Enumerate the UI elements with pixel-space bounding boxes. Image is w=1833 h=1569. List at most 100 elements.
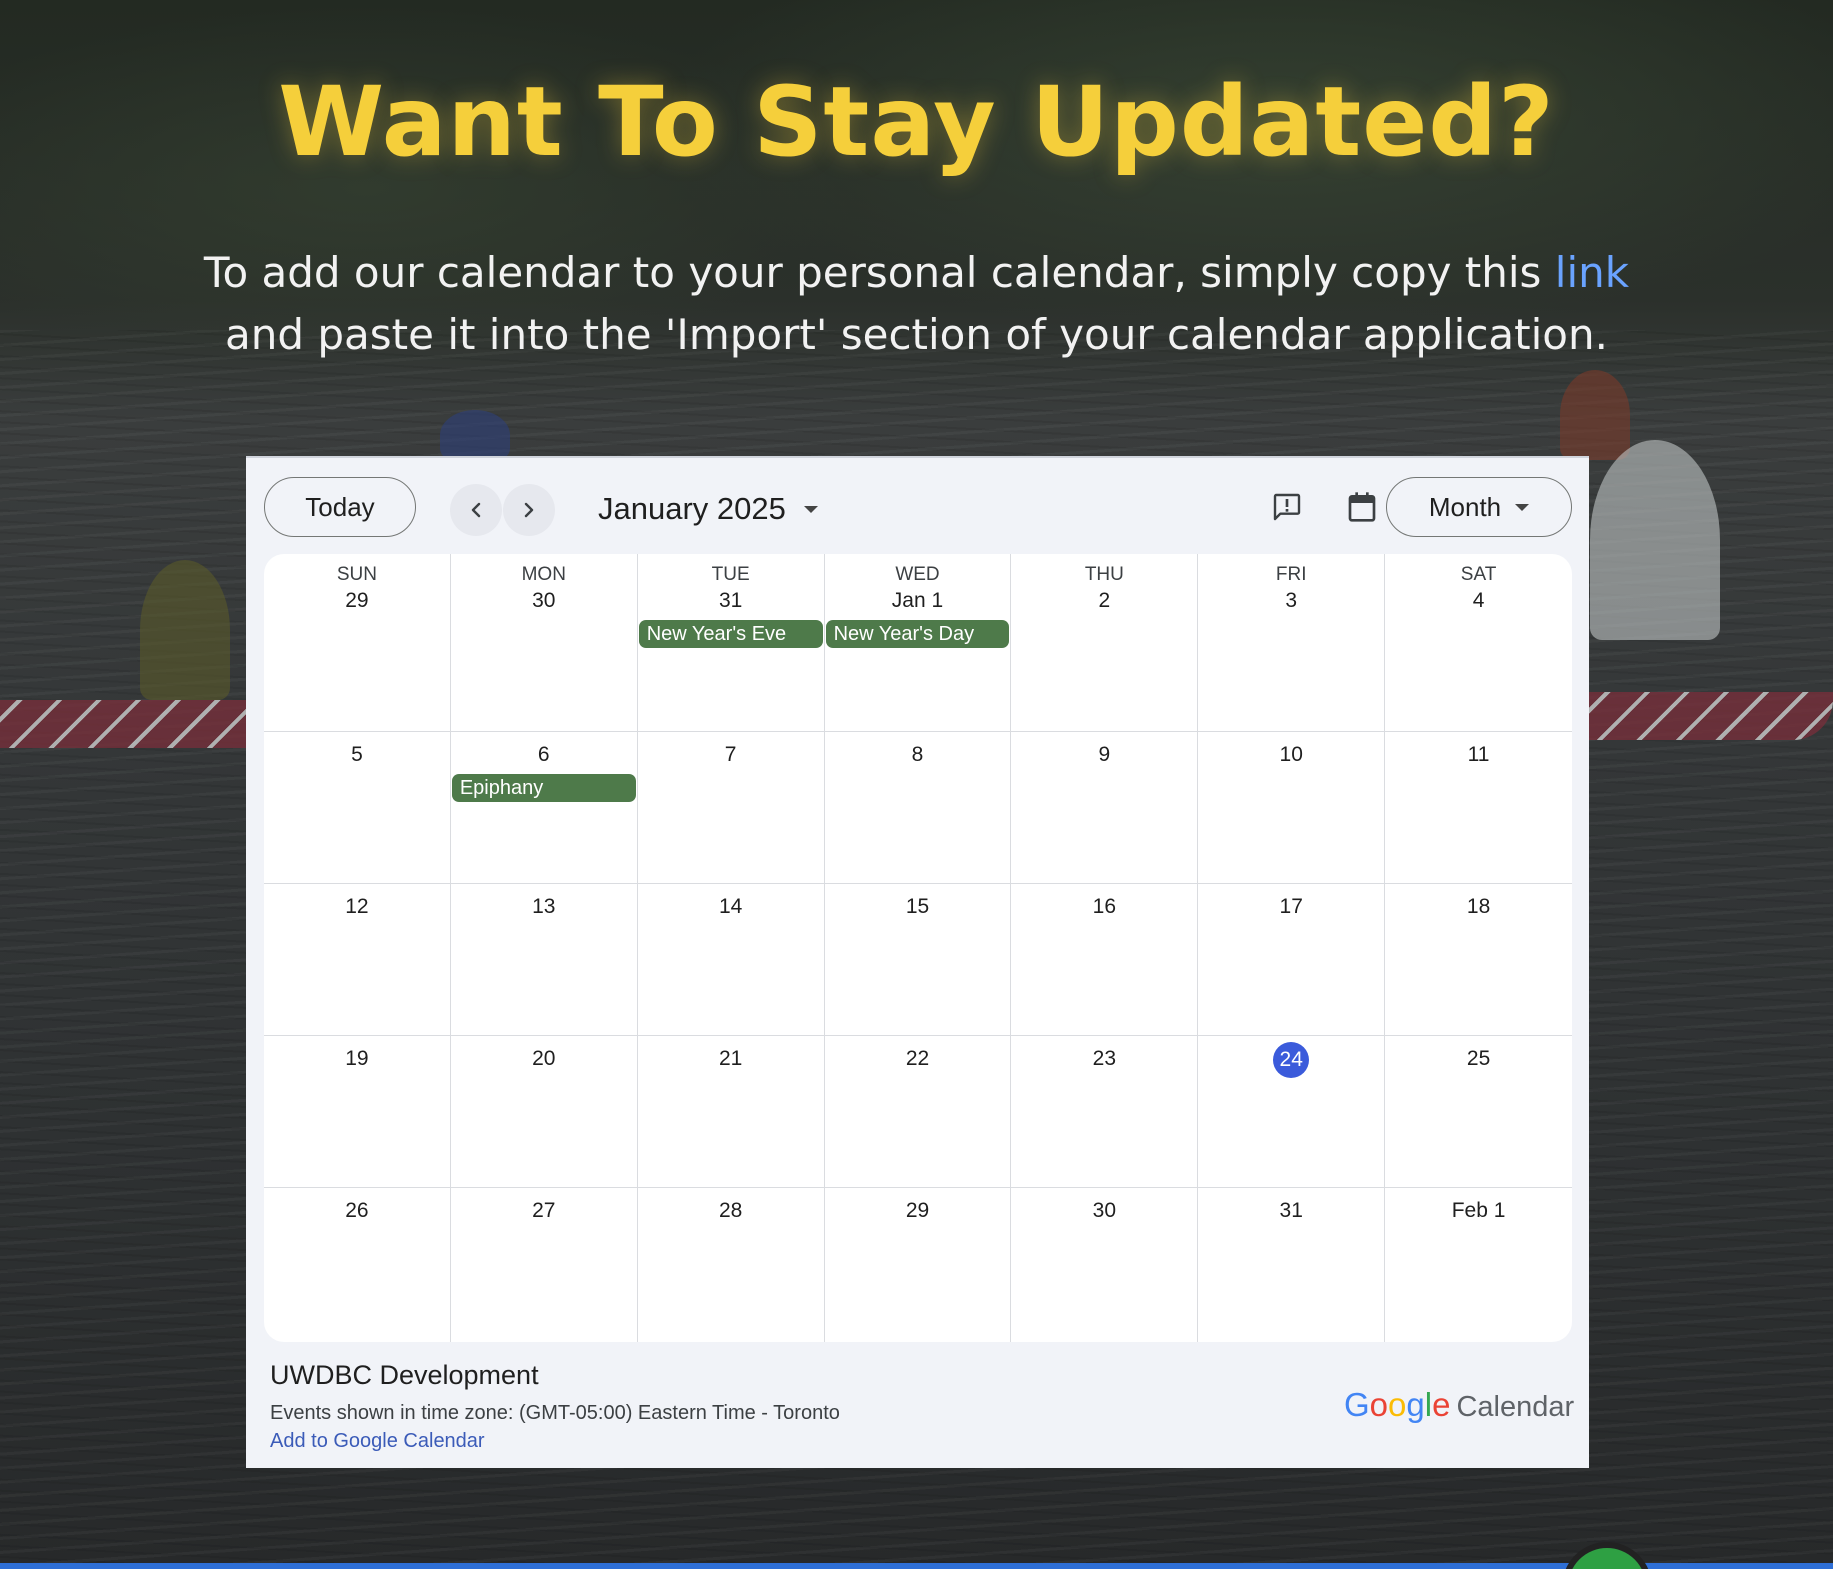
calendar-widget: Today January 2025 Month SUN 29 MON 30 TUE 31… [246,456,1589,1468]
date-number[interactable]: 14 [719,894,742,920]
today-button[interactable]: Today [264,477,416,537]
day-cell[interactable]: 30 [1011,1188,1199,1342]
date-number[interactable]: 30 [532,588,555,614]
date-number[interactable]: 26 [345,1198,368,1224]
date-number[interactable]: 3 [1285,588,1297,614]
weekday-header: MON [521,564,566,585]
subtitle-text-after: and paste it into the 'Import' section o… [225,310,1608,359]
day-cell[interactable]: 22 [824,1036,1012,1188]
event-chip[interactable]: New Year's Eve [638,620,823,648]
date-number[interactable]: 18 [1467,894,1490,920]
day-cell[interactable]: 14 [637,884,825,1036]
day-cell[interactable]: SAT 4 [1385,554,1572,732]
date-number[interactable]: 13 [532,894,555,920]
date-number[interactable]: 19 [345,1046,368,1072]
day-cell[interactable]: 9 [1011,732,1199,884]
event-list: Epiphany [451,774,637,802]
day-cell[interactable]: TUE 31 New Year's Eve [637,554,825,732]
day-cell[interactable]: 16 [1011,884,1199,1036]
day-cell[interactable]: WED Jan 1 New Year's Day [824,554,1012,732]
day-cell[interactable]: 8 [824,732,1012,884]
date-number[interactable]: 5 [351,742,363,768]
page-title: Want To Stay Updated? [278,66,1555,178]
date-number[interactable]: 17 [1280,894,1303,920]
date-number[interactable]: 10 [1280,742,1303,768]
day-cell[interactable]: 29 [825,1188,1012,1342]
day-cell[interactable]: 25 [1385,1036,1572,1188]
date-number[interactable]: 23 [1093,1046,1116,1072]
day-cell[interactable]: FRI 3 [1198,554,1386,732]
date-number[interactable]: 11 [1468,742,1490,768]
date-number[interactable]: Feb 1 [1452,1198,1506,1224]
day-cell[interactable]: 12 [264,884,451,1036]
day-cell[interactable]: 13 [450,884,638,1036]
date-number[interactable]: 2 [1099,588,1111,614]
date-number[interactable]: 4 [1473,588,1485,614]
date-number[interactable]: 29 [906,1198,929,1224]
day-cell[interactable]: MON 30 [450,554,638,732]
prev-month-button[interactable] [450,484,502,536]
date-number[interactable]: 15 [906,894,929,920]
event-chip[interactable]: New Year's Day [825,620,1010,648]
day-cell[interactable]: 24 [1198,1036,1386,1188]
date-number[interactable]: 8 [912,742,924,768]
day-cell[interactable]: 15 [824,884,1012,1036]
day-cell[interactable]: 17 [1198,884,1386,1036]
date-number[interactable]: 25 [1467,1046,1490,1072]
feedback-icon [1273,493,1301,521]
weekday-header: SAT [1460,564,1497,585]
day-cell[interactable]: 23 [1011,1036,1199,1188]
date-number[interactable]: 29 [345,588,368,614]
date-number[interactable]: 7 [725,742,737,768]
day-cell[interactable]: 27 [451,1188,638,1342]
today-date-number[interactable]: 24 [1273,1042,1310,1078]
day-cell[interactable]: 26 [264,1188,451,1342]
date-number[interactable]: 22 [906,1046,929,1072]
paddler-figure [1590,440,1720,640]
google-logo-letter: e [1432,1386,1451,1423]
date-number[interactable]: Jan 1 [892,588,943,614]
dragon-boat-left [0,700,250,748]
day-cell[interactable]: 31 [1198,1188,1386,1342]
day-cell[interactable]: 28 [638,1188,825,1342]
day-cell[interactable]: 7 [637,732,825,884]
day-cell[interactable]: 10 [1198,732,1386,884]
date-number[interactable]: 27 [532,1198,555,1224]
calendar-link[interactable]: link [1555,248,1629,297]
day-cell[interactable]: 20 [450,1036,638,1188]
date-number[interactable]: 30 [1093,1198,1116,1224]
date-number[interactable]: 21 [719,1046,742,1072]
date-number[interactable]: 6 [538,742,550,768]
month-selector[interactable]: January 2025 [598,486,818,532]
day-cell[interactable]: 11 [1385,732,1572,884]
feedback-button[interactable] [1264,484,1310,530]
add-to-google-calendar-link[interactable]: Add to Google Calendar [270,1430,485,1453]
weekday-header: WED [895,564,940,585]
day-cell[interactable]: 19 [264,1036,451,1188]
date-number[interactable]: 9 [1099,742,1111,768]
dragon-boat-right [1588,692,1833,740]
date-number[interactable]: 12 [345,894,368,920]
paddler-figure [1560,370,1630,460]
open-calendar-button[interactable] [1339,484,1385,530]
date-number[interactable]: 20 [532,1046,555,1072]
date-number[interactable]: 16 [1093,894,1116,920]
weekday-header: TUE [711,564,750,585]
view-selector[interactable]: Month [1386,477,1572,537]
weekday-header: FRI [1275,564,1307,585]
day-cell[interactable]: 21 [637,1036,825,1188]
day-cell[interactable]: SUN 29 [264,554,451,732]
day-cell[interactable]: 18 [1385,884,1572,1036]
date-number[interactable]: 31 [1280,1198,1303,1224]
next-month-button[interactable] [503,484,555,536]
google-calendar-logo[interactable]: Google Calendar [1344,1386,1574,1424]
day-cell[interactable]: 5 [264,732,451,884]
day-cell[interactable]: Feb 1 [1385,1188,1572,1342]
chevron-left-icon [471,502,481,518]
date-number[interactable]: 28 [719,1198,742,1224]
day-cell[interactable]: 6 Epiphany [450,732,638,884]
event-chip[interactable]: Epiphany [451,774,636,802]
day-cell[interactable]: THU 2 [1011,554,1199,732]
date-number[interactable]: 31 [719,588,742,614]
google-logo-text: Google [1344,1386,1450,1424]
